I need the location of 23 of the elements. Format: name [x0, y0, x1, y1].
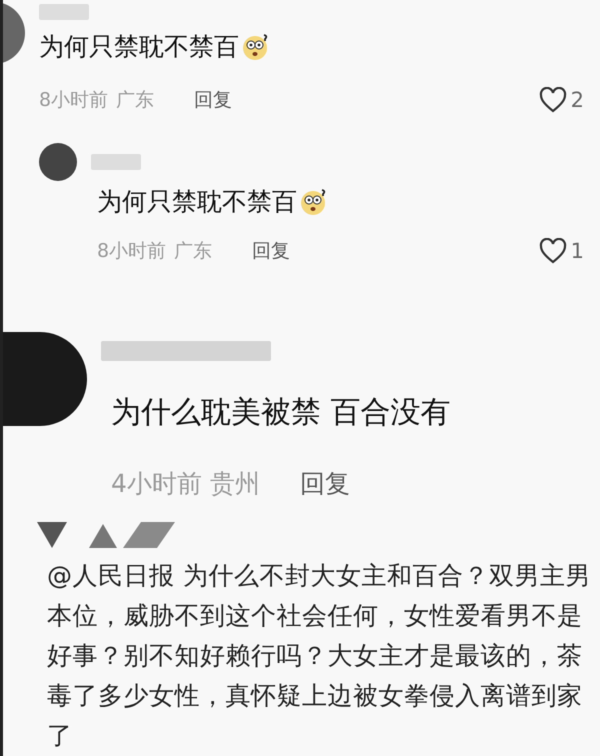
avatar[interactable] [39, 143, 77, 181]
post-text: @人民日报 为什么不封大女主和百合？双男主男本位，威胁不到这个社会任何，女性爱看男不是好事？别不知好赖行吗？大女主才是最该的，茶毒了多少女性，真怀疑上边被女拳侵入离谱到家了 [47, 560, 592, 752]
comment-time: 8小时前 [97, 239, 166, 264]
reply-link[interactable]: 回复 [252, 238, 290, 264]
heart-icon[interactable] [538, 87, 567, 113]
shocked-face-icon [241, 32, 269, 60]
comment-location: 贵州 [210, 468, 260, 500]
blurred-username [91, 154, 141, 170]
reply-link[interactable]: 回复 [300, 467, 350, 500]
avatar[interactable] [3, 332, 87, 426]
comment-location: 广东 [116, 88, 154, 113]
comment-text: 为何只禁耽不禁百 [39, 31, 239, 63]
comment-time: 8小时前 [39, 88, 108, 113]
comment-time: 4小时前 [111, 468, 202, 500]
like-count: 1 [570, 239, 584, 263]
heart-icon[interactable] [538, 238, 567, 264]
blurred-username [39, 4, 89, 20]
like-count: 2 [570, 88, 584, 112]
comment-text: 为什么耽美被禁 百合没有 [111, 394, 451, 432]
reply-link[interactable]: 回复 [194, 87, 232, 113]
comment-text: 为何只禁耽不禁百 [97, 186, 297, 218]
comment-location: 广东 [174, 239, 212, 264]
shocked-face-icon [299, 188, 327, 216]
